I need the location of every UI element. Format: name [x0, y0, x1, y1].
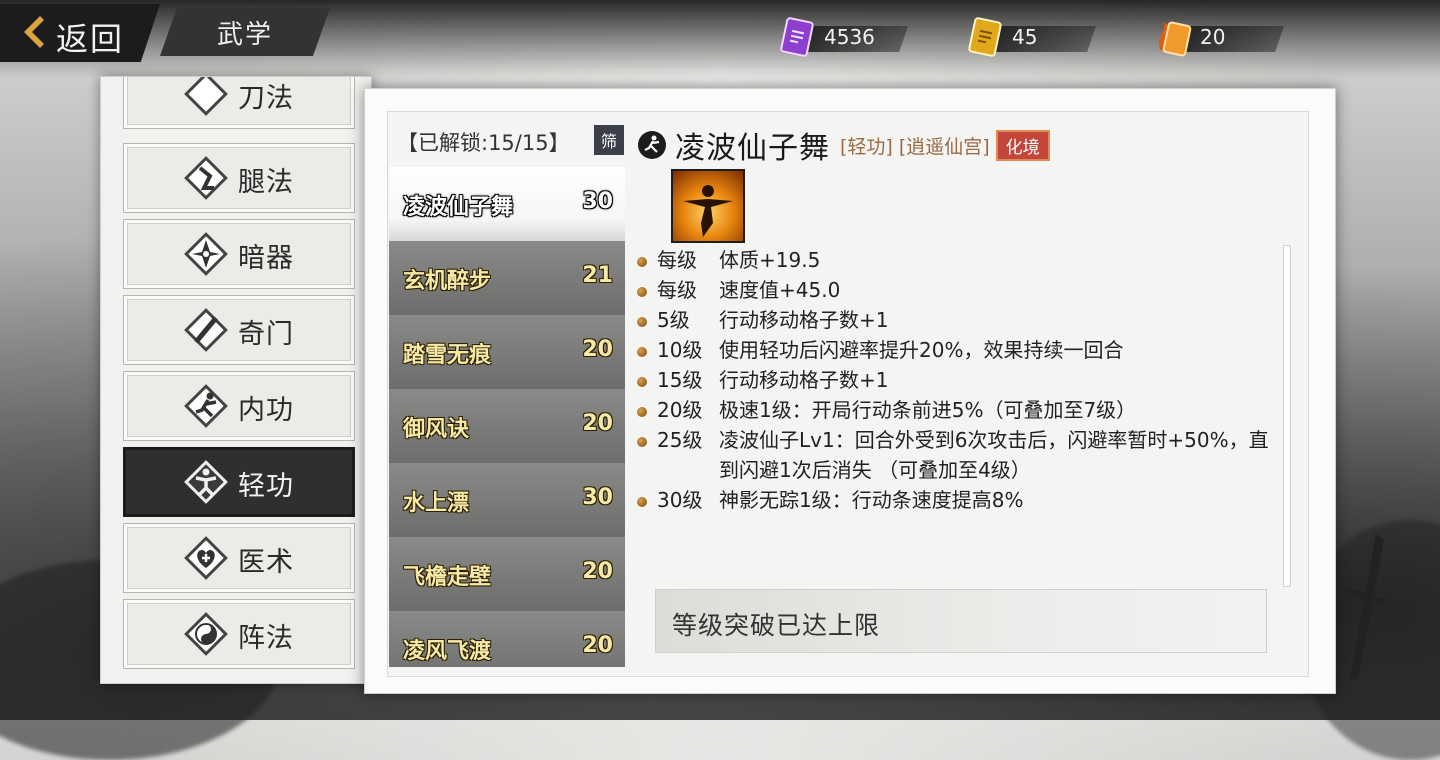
- effect-item: 10级 使用轻功后闪避率提升20%，效果持续一回合: [637, 335, 1277, 365]
- gold-scroll-icon: [968, 17, 1002, 57]
- heart-cross-icon: [184, 536, 228, 580]
- skill-level: 30: [582, 189, 613, 214]
- skill-name: 御风诀: [403, 417, 470, 442]
- skill-row[interactable]: 踏雪无痕 20: [389, 315, 625, 391]
- skill-level: 20: [582, 411, 613, 436]
- currency-gold: 45: [966, 16, 1096, 58]
- skill-row[interactable]: 玄机醉步 21: [389, 241, 625, 317]
- category-label: 内功: [238, 395, 294, 426]
- category-label: 腿法: [238, 167, 294, 198]
- skill-detail-panel: 【已解锁:15/15】 筛 凌波仙子舞 30 玄机醉步 21 踏雪无痕 20 御…: [364, 88, 1336, 694]
- category-label: 轻功: [238, 471, 294, 502]
- back-button[interactable]: 返回: [0, 4, 160, 62]
- currency-purple: 4536: [778, 16, 908, 58]
- skill-list: 凌波仙子舞 30 玄机醉步 21 踏雪无痕 20 御风诀 20 水上漂 30 飞…: [389, 167, 625, 667]
- effect-level: 每级: [657, 248, 697, 272]
- category-panel: 刀法 腿法 暗器 奇门 内功 轻功 医术 阵法: [100, 76, 372, 684]
- purple-scroll-icon: [780, 17, 814, 57]
- sword-decoration-icon: [1345, 534, 1387, 680]
- effect-level: 25级: [657, 428, 703, 452]
- effect-item: 15级 行动移动格子数+1: [637, 365, 1277, 395]
- effect-text: 凌波仙子Lv1：回合外受到6次攻击后，闪避率暂时+50%，直到闪避1次后消失 （…: [719, 428, 1269, 482]
- currency-value: 45: [1012, 25, 1038, 49]
- skill-name: 凌波仙子舞: [403, 195, 514, 220]
- currency-value: 4536: [824, 25, 875, 49]
- effect-level: 10级: [657, 338, 703, 362]
- blade-icon: [184, 77, 228, 116]
- currency-fire: 20: [1154, 16, 1284, 58]
- skill-row[interactable]: 凌风飞渡 20: [389, 611, 625, 667]
- skill-name: 水上漂: [403, 491, 470, 516]
- category-label: 医术: [238, 547, 294, 578]
- lightness-skill-type-icon: [638, 131, 666, 159]
- leaping-figure-icon: [184, 460, 228, 504]
- skill-level: 20: [582, 633, 613, 658]
- type-tag: [轻功]: [840, 135, 893, 158]
- skill-name: 玄机醉步: [403, 269, 492, 294]
- breakthrough-status-text: 等级突破已达上限: [672, 611, 881, 640]
- effect-level: 15级: [657, 368, 703, 392]
- effect-text: 极速1级：开局行动条前进5%（可叠加至7级）: [719, 398, 1137, 422]
- skill-row[interactable]: 御风诀 20: [389, 389, 625, 465]
- category-hidden-weapon[interactable]: 暗器: [123, 219, 355, 289]
- skill-level: 30: [582, 485, 613, 510]
- skill-row[interactable]: 水上漂 30: [389, 463, 625, 539]
- category-label: 奇门: [238, 319, 294, 350]
- category-label: 刀法: [238, 83, 294, 114]
- martial-pose-icon: [184, 384, 228, 428]
- skill-level: 21: [582, 263, 613, 288]
- effect-text: 行动移动格子数+1: [719, 308, 889, 332]
- skill-header: 凌波仙子舞 [轻功] [逍遥仙宫] 化境: [637, 125, 1050, 166]
- effect-text: 神影无踪1级：行动条速度提高8%: [719, 488, 1024, 512]
- realm-badge: 化境: [995, 129, 1050, 161]
- category-kick[interactable]: 腿法: [123, 143, 355, 213]
- category-label: 暗器: [238, 243, 294, 274]
- skill-row[interactable]: 飞檐走壁 20: [389, 537, 625, 613]
- category-lightness-skill[interactable]: 轻功: [123, 447, 355, 517]
- effect-item: 30级 神影无踪1级：行动条速度提高8%: [637, 485, 1277, 515]
- unlock-counter: 【已解锁:15/15】: [397, 131, 570, 155]
- category-inner-skill[interactable]: 内功: [123, 371, 355, 441]
- skill-name: 踏雪无痕: [403, 343, 492, 368]
- effect-text: 速度值+45.0: [719, 278, 841, 302]
- filter-button[interactable]: 筛: [594, 125, 624, 155]
- effect-item: 每级 速度值+45.0: [637, 275, 1277, 305]
- skill-level: 20: [582, 337, 613, 362]
- skill-row[interactable]: 凌波仙子舞 30: [389, 167, 625, 243]
- effect-level: 30级: [657, 488, 703, 512]
- page-title: 武学: [160, 8, 330, 56]
- category-exotic[interactable]: 奇门: [123, 295, 355, 365]
- category-label: 阵法: [238, 623, 294, 654]
- sect-tag: [逍遥仙宫]: [898, 135, 990, 158]
- category-medicine[interactable]: 医术: [123, 523, 355, 593]
- category-blade[interactable]: 刀法: [123, 77, 355, 129]
- effect-text: 使用轻功后闪避率提升20%，效果持续一回合: [719, 338, 1124, 362]
- chevron-left-icon: [24, 16, 44, 48]
- skill-title: 凌波仙子舞: [675, 131, 830, 166]
- fire-scroll-icon: [1159, 21, 1192, 57]
- breakthrough-status: 等级突破已达上限: [655, 589, 1267, 653]
- category-formation[interactable]: 阵法: [123, 599, 355, 669]
- skill-art-icon: [671, 169, 745, 243]
- skill-name: 凌风飞渡: [403, 639, 492, 664]
- effect-text: 行动移动格子数+1: [719, 368, 889, 392]
- skill-name: 飞檐走壁: [403, 565, 492, 590]
- back-label: 返回: [56, 20, 125, 58]
- effect-level: 每级: [657, 278, 697, 302]
- effect-level: 5级: [657, 308, 690, 332]
- effect-text: 体质+19.5: [719, 248, 821, 272]
- skill-level: 20: [582, 559, 613, 584]
- kick-icon: [184, 156, 228, 200]
- effect-item: 5级 行动移动格子数+1: [637, 305, 1277, 335]
- scroll-staff-icon: [184, 308, 228, 352]
- effect-item: 25级 凌波仙子Lv1：回合外受到6次攻击后，闪避率暂时+50%，直到闪避1次后消…: [637, 425, 1277, 485]
- effect-item: 每级 体质+19.5: [637, 245, 1277, 275]
- effects-list: 每级 体质+19.5 每级 速度值+45.0 5级 行动移动格子数+1 10级 使用轻功…: [637, 245, 1277, 515]
- yin-yang-icon: [184, 612, 228, 656]
- effects-scrollbar[interactable]: [1283, 245, 1291, 587]
- effect-level: 20级: [657, 398, 703, 422]
- effect-item: 20级 极速1级：开局行动条前进5%（可叠加至7级）: [637, 395, 1277, 425]
- shuriken-icon: [184, 232, 228, 276]
- currency-value: 20: [1200, 25, 1226, 49]
